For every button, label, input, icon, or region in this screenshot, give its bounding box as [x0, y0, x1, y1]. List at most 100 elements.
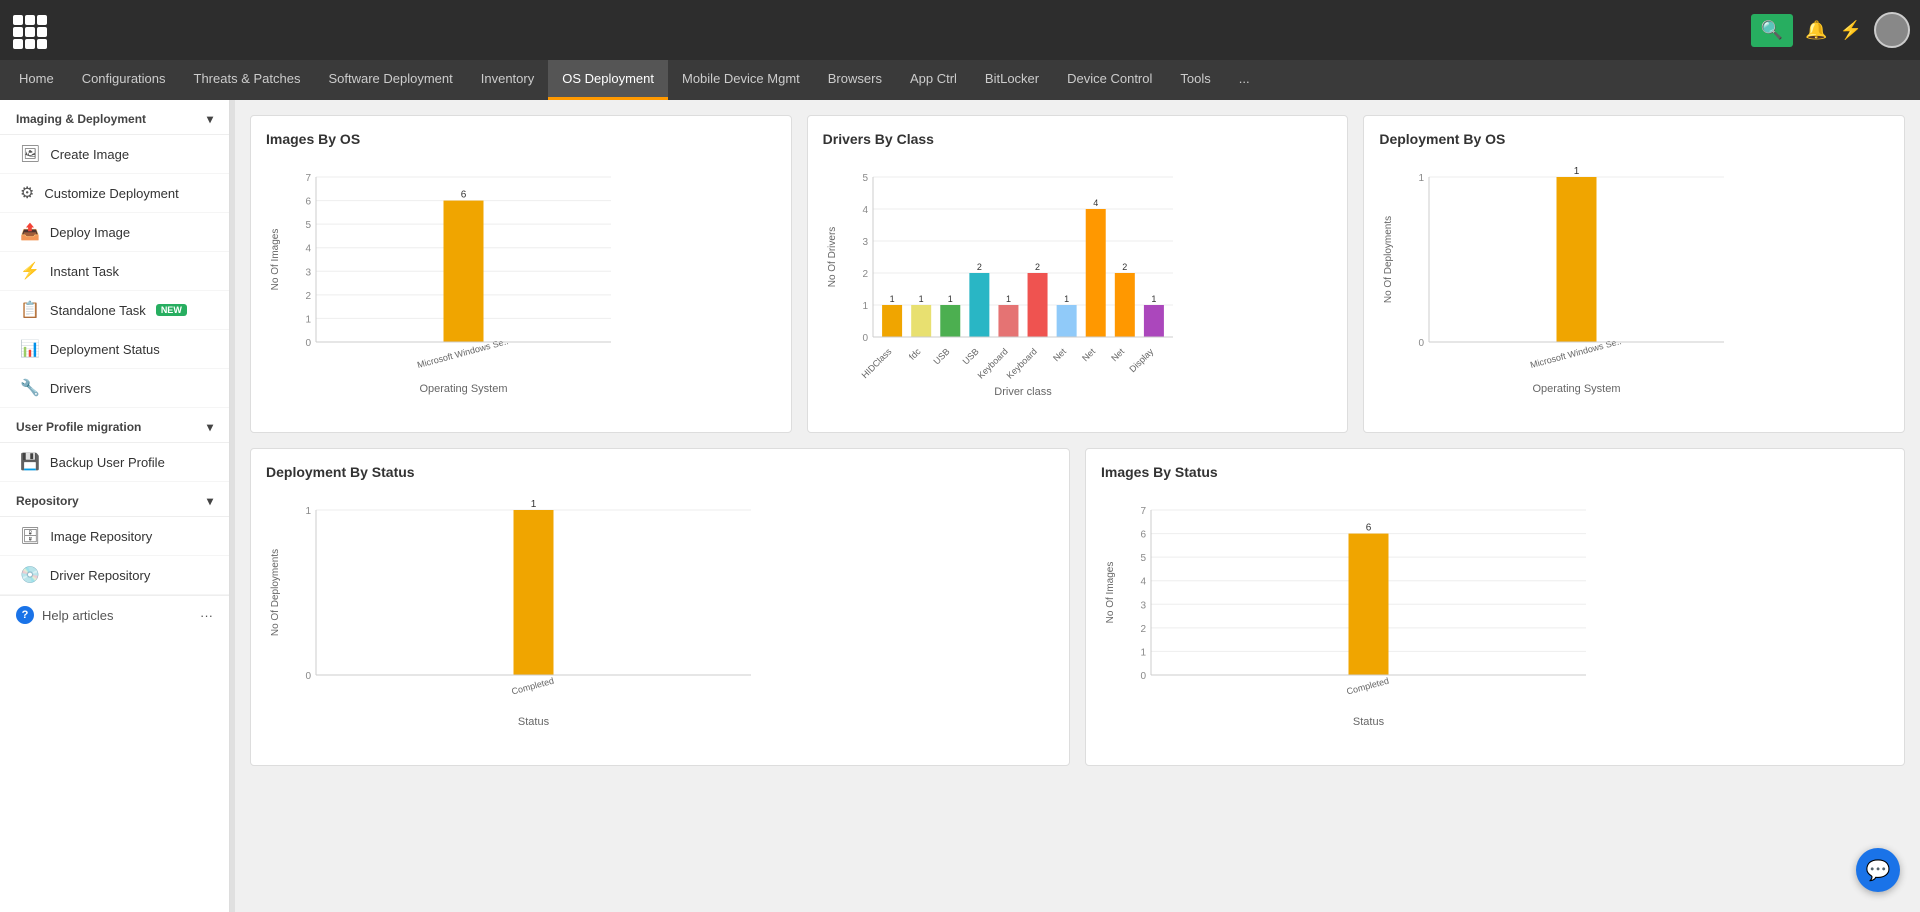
- sidebar-item-image-repository[interactable]: 🗄 Image Repository: [0, 517, 229, 556]
- svg-text:7: 7: [305, 173, 311, 184]
- sidebar-item-label: Customize Deployment: [44, 186, 178, 201]
- svg-text:4: 4: [1093, 198, 1098, 208]
- user-avatar[interactable]: [1874, 12, 1910, 48]
- sidebar-section-title: Imaging & Deployment: [16, 112, 146, 126]
- nav-item-app-ctrl[interactable]: App Ctrl: [896, 60, 971, 100]
- main-nav: HomeConfigurationsThreats & PatchesSoftw…: [0, 60, 1920, 100]
- nav-item-home[interactable]: Home: [5, 60, 68, 100]
- svg-text:3: 3: [862, 237, 868, 248]
- chart-svg: 01234567No Of Images6Microsoft Windows S…: [266, 157, 626, 397]
- sidebar-item-icon: 💾: [20, 452, 40, 472]
- chart-title: Images By OS: [266, 131, 776, 147]
- sidebar-item-backup-user-profile[interactable]: 💾 Backup User Profile: [0, 443, 229, 482]
- nav-item-mobile-device-mgmt[interactable]: Mobile Device Mgmt: [668, 60, 814, 100]
- nav-item-tools[interactable]: Tools: [1166, 60, 1224, 100]
- chat-bubble[interactable]: 💬: [1856, 848, 1900, 892]
- nav-item-inventory[interactable]: Inventory: [467, 60, 548, 100]
- svg-text:Keyboard: Keyboard: [1004, 346, 1038, 380]
- sidebar-item-create-image[interactable]: 🖼 Create Image: [0, 135, 229, 174]
- help-articles-link[interactable]: ? Help articles ···: [0, 595, 229, 634]
- svg-text:Net: Net: [1051, 346, 1068, 363]
- sidebar-item-deployment-status[interactable]: 📊 Deployment Status: [0, 330, 229, 369]
- svg-text:1: 1: [1140, 647, 1146, 658]
- app-grid-icon[interactable]: [10, 12, 46, 48]
- chart-title: Drivers By Class: [823, 131, 1333, 147]
- sidebar-item-driver-repository[interactable]: 💿 Driver Repository: [0, 556, 229, 595]
- svg-text:6: 6: [1366, 523, 1372, 534]
- svg-text:4: 4: [862, 205, 868, 216]
- svg-text:6: 6: [1140, 530, 1146, 541]
- svg-text:USB: USB: [960, 346, 980, 366]
- svg-text:1: 1: [918, 294, 923, 304]
- sidebar-item-standalone-task[interactable]: 📋 Standalone TaskNEW: [0, 291, 229, 330]
- nav-item-browsers[interactable]: Browsers: [814, 60, 896, 100]
- svg-text:1: 1: [1419, 173, 1425, 184]
- sidebar-item-instant-task[interactable]: ⚡ Instant Task: [0, 252, 229, 291]
- notification-bell-icon[interactable]: 🔔: [1805, 20, 1827, 41]
- svg-text:0: 0: [1419, 338, 1425, 349]
- svg-text:2: 2: [305, 291, 311, 302]
- svg-text:1: 1: [1574, 166, 1580, 177]
- svg-text:1: 1: [1151, 294, 1156, 304]
- svg-text:2: 2: [1035, 262, 1040, 272]
- more-options-icon[interactable]: ···: [200, 608, 213, 623]
- sidebar-item-label: Image Repository: [50, 529, 152, 544]
- chart-card-drivers-by-class: Drivers By Class012345No Of Drivers1HIDC…: [807, 115, 1349, 433]
- chevron-down-icon: ▾: [207, 112, 213, 126]
- svg-text:0: 0: [305, 671, 311, 682]
- chart-svg: 01No Of Deployments1Microsoft Windows Se…: [1379, 157, 1739, 397]
- svg-text:0: 0: [1140, 671, 1146, 682]
- sidebar-item-label: Drivers: [50, 381, 91, 396]
- svg-text:No Of Drivers: No Of Drivers: [827, 227, 838, 288]
- sidebar-item-icon: ⚡: [20, 261, 40, 281]
- nav-item-[interactable]: ...: [1225, 60, 1264, 100]
- sidebar-section-user-profile-migration[interactable]: User Profile migration▾: [0, 408, 229, 443]
- sidebar-item-icon: 💿: [20, 565, 40, 585]
- chart-card-deployment-by-os: Deployment By OS01No Of Deployments1Micr…: [1363, 115, 1905, 433]
- svg-text:1: 1: [305, 314, 311, 325]
- svg-text:5: 5: [862, 173, 868, 184]
- svg-text:fdc: fdc: [907, 346, 923, 362]
- svg-text:Status: Status: [1353, 716, 1385, 728]
- sidebar-item-label: Create Image: [50, 147, 129, 162]
- svg-text:Operating System: Operating System: [419, 383, 507, 395]
- svg-text:2: 2: [1140, 624, 1146, 635]
- sidebar-section-imaging-&-deployment[interactable]: Imaging & Deployment ▾: [0, 100, 229, 135]
- svg-text:USB: USB: [931, 346, 951, 366]
- chart-area: 01No Of Deployments1CompletedStatus: [266, 490, 1054, 750]
- lightning-icon[interactable]: ⚡: [1840, 20, 1862, 41]
- nav-item-configurations[interactable]: Configurations: [68, 60, 180, 100]
- svg-text:1: 1: [305, 506, 311, 517]
- chart-area: 01234567No Of Images6Microsoft Windows S…: [266, 157, 776, 417]
- sidebar-section-repository[interactable]: Repository▾: [0, 482, 229, 517]
- sidebar-item-label: Backup User Profile: [50, 455, 165, 470]
- sidebar-item-customize-deployment[interactable]: ⚙ Customize Deployment: [0, 174, 229, 213]
- svg-text:1: 1: [1006, 294, 1011, 304]
- sidebar-item-label: Driver Repository: [50, 568, 150, 583]
- sidebar-item-drivers[interactable]: 🔧 Drivers: [0, 369, 229, 408]
- sidebar-item-icon: ⚙: [20, 183, 34, 203]
- sidebar-item-icon: 📋: [20, 300, 40, 320]
- chart-svg: 01No Of Deployments1CompletedStatus: [266, 490, 766, 730]
- svg-text:Operating System: Operating System: [1533, 383, 1621, 395]
- svg-text:No Of Images: No Of Images: [270, 229, 281, 291]
- svg-text:Driver class: Driver class: [994, 386, 1052, 397]
- sidebar-item-icon: 📊: [20, 339, 40, 359]
- svg-text:No Of Deployments: No Of Deployments: [1383, 216, 1394, 303]
- new-badge: NEW: [156, 304, 187, 316]
- topbar-actions: 🔍 🔔 ⚡: [1751, 12, 1910, 48]
- nav-item-os-deployment[interactable]: OS Deployment: [548, 60, 668, 100]
- nav-item-software-deployment[interactable]: Software Deployment: [314, 60, 466, 100]
- nav-item-device-control[interactable]: Device Control: [1053, 60, 1166, 100]
- svg-text:No Of Deployments: No Of Deployments: [270, 549, 281, 636]
- search-button[interactable]: 🔍: [1751, 14, 1793, 47]
- sidebar-item-deploy-image[interactable]: 📤 Deploy Image: [0, 213, 229, 252]
- chart-area: 012345No Of Drivers1HIDClass1fdc1USB2USB…: [823, 157, 1333, 417]
- svg-text:2: 2: [977, 262, 982, 272]
- layout: Imaging & Deployment▾🖼 Create Image⚙ Cus…: [0, 100, 1920, 912]
- nav-item-threats--patches[interactable]: Threats & Patches: [180, 60, 315, 100]
- nav-item-bitlocker[interactable]: BitLocker: [971, 60, 1053, 100]
- svg-text:4: 4: [305, 244, 311, 255]
- svg-text:Completed: Completed: [510, 676, 555, 697]
- sidebar-item-icon: 🔧: [20, 378, 40, 398]
